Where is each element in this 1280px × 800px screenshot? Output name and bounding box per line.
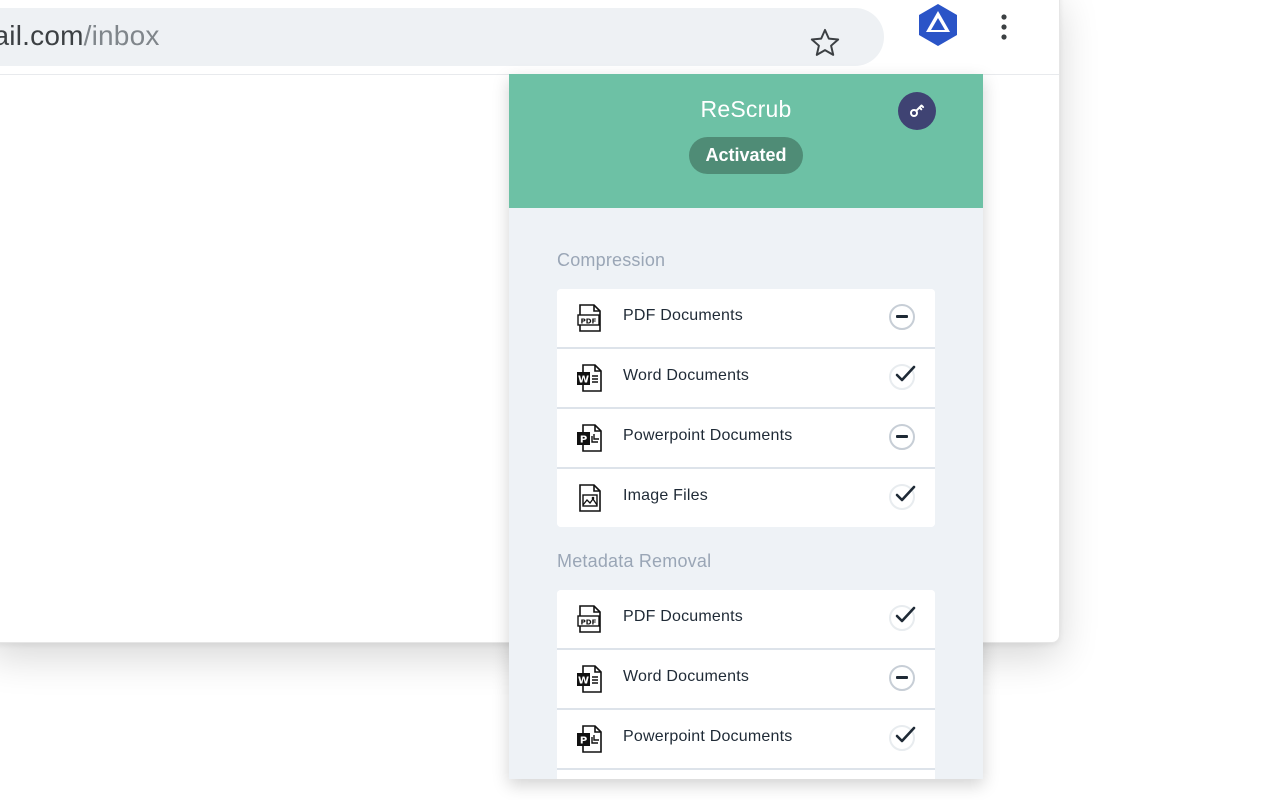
list-item[interactable]: P Powerpoint Documents: [557, 409, 935, 469]
section-title-compression: Compression: [557, 250, 666, 270]
license-key-button[interactable]: [898, 92, 936, 130]
item-label: Powerpoint Documents: [623, 427, 793, 444]
toggle-enabled[interactable]: [889, 605, 916, 631]
checkmark-icon: [895, 726, 916, 743]
url-path: /inbox: [83, 20, 160, 51]
svg-text:W: W: [578, 676, 589, 687]
svg-text:P: P: [580, 435, 587, 446]
extension-popup: ReScrub Activated Compression PDF PDF Do…: [509, 74, 983, 779]
svg-text:P: P: [580, 736, 587, 747]
powerpoint-icon: P: [577, 725, 602, 753]
list-item[interactable]: PDF PDF Documents: [557, 590, 935, 650]
item-label: PDF Documents: [623, 307, 743, 324]
list-item[interactable]: P Powerpoint Documents: [557, 710, 935, 770]
toggle-enabled[interactable]: [889, 484, 916, 510]
list-item[interactable]: W Word Documents: [557, 349, 935, 409]
pdf-icon: PDF: [577, 605, 601, 633]
svg-text:PDF: PDF: [581, 317, 597, 325]
section-title-metadata-removal: Metadata Removal: [557, 551, 712, 571]
bookmark-star-icon[interactable]: [808, 26, 842, 60]
powerpoint-icon: P: [577, 424, 602, 452]
word-icon: W: [577, 364, 602, 392]
rescrub-extension-icon[interactable]: [915, 2, 961, 48]
checkmark-icon: [895, 365, 916, 382]
address-bar[interactable]: mail.com/inbox: [0, 8, 884, 66]
checkmark-icon: [895, 485, 916, 502]
item-label: Powerpoint Documents: [623, 728, 793, 745]
item-label: Word Documents: [623, 367, 750, 384]
toggle-disabled[interactable]: [889, 424, 915, 450]
item-label: Word Documents: [623, 668, 750, 685]
list-item-partial[interactable]: [557, 770, 935, 779]
toggle-disabled[interactable]: [889, 665, 915, 691]
browser-toolbar: mail.com/inbox: [0, 0, 1270, 75]
word-icon: W: [577, 665, 602, 693]
popup-header: ReScrub Activated: [509, 74, 983, 208]
status-badge: Activated: [689, 137, 803, 174]
item-label: PDF Documents: [623, 608, 743, 625]
checkmark-icon: [895, 606, 916, 623]
svg-text:W: W: [578, 375, 589, 386]
url-text[interactable]: mail.com/inbox: [0, 20, 160, 52]
toggle-enabled[interactable]: [889, 364, 916, 390]
svg-text:PDF: PDF: [581, 618, 597, 626]
list-item[interactable]: Image Files: [557, 469, 935, 527]
url-domain: mail.com: [0, 20, 84, 51]
list-item[interactable]: PDF PDF Documents: [557, 289, 935, 349]
compression-list: PDF PDF Documents W Word Documents P Pow…: [557, 289, 935, 527]
browser-menu-icon[interactable]: [995, 6, 1013, 46]
pdf-icon: PDF: [577, 304, 601, 332]
key-icon: [910, 104, 925, 117]
image-file-icon: [579, 484, 601, 512]
list-item[interactable]: W Word Documents: [557, 650, 935, 710]
item-label: Image Files: [623, 487, 708, 504]
metadata-removal-list: PDF PDF Documents W Word Documents P Pow…: [557, 590, 935, 779]
toggle-disabled[interactable]: [889, 304, 915, 330]
toggle-enabled[interactable]: [889, 725, 916, 751]
